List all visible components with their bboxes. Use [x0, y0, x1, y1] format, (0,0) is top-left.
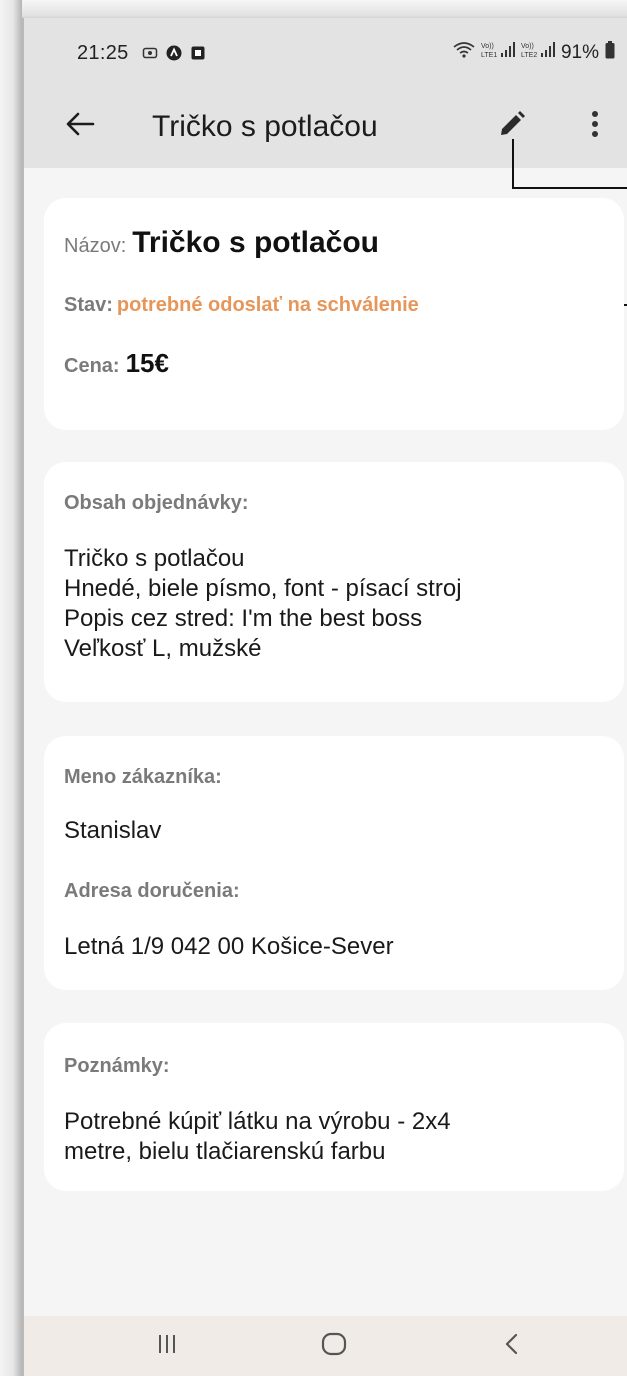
order-label: Obsah objednávky: [64, 492, 249, 514]
status-value: potrebné odoslať na schválenie [116, 294, 419, 316]
wifi-icon [453, 41, 475, 65]
name-value: Tričko s potlačou [132, 226, 379, 259]
phone-screen: 21:25 Vo)) LTE1 Vo)) LTE2 91% Tričko s p… [22, 18, 627, 1376]
volte-lte2-signal-icon: Vo)) LTE2 [521, 40, 555, 66]
order-line: Hnedé, biele písmo, font - písací stroj [64, 575, 462, 602]
recent-apps-icon [156, 1333, 178, 1360]
recent-apps-button[interactable] [142, 1326, 192, 1366]
screen-record-icon [142, 45, 158, 61]
app-notification-icon-2 [190, 45, 206, 61]
order-card: Obsah objednávky: Tričko s potlačou Hned… [44, 462, 624, 702]
notes-line: Potrebné kúpiť látku na výrobu - 2x4 [64, 1108, 451, 1135]
status-right-icons: Vo)) LTE1 Vo)) LTE2 91% [453, 40, 615, 66]
system-back-button[interactable] [487, 1326, 537, 1366]
name-row: Názov: Tričko s potlačou [64, 226, 379, 260]
volte-lte1-signal-icon: Vo)) LTE1 [481, 40, 515, 66]
system-nav-bar [24, 1316, 627, 1376]
annotation-line-edit [512, 187, 627, 189]
status-bar: 21:25 Vo)) LTE1 Vo)) LTE2 91% [24, 18, 627, 88]
order-line: Tričko s potlačou [64, 545, 245, 572]
back-chevron-icon [503, 1332, 521, 1361]
back-button[interactable] [60, 106, 100, 146]
address-value: Letná 1/9 042 00 Košice-Sever [64, 933, 394, 960]
battery-icon [605, 41, 615, 65]
app-notification-icon [166, 45, 182, 61]
svg-text:Vo)): Vo)) [481, 43, 494, 50]
order-line: Veľkosť L, mužské [64, 635, 262, 662]
frame-shadow-left [0, 0, 22, 1376]
home-button[interactable] [309, 1326, 359, 1366]
price-label: Cena: [64, 355, 120, 377]
svg-text:LTE1: LTE1 [481, 52, 497, 59]
more-options-button[interactable] [580, 104, 610, 148]
summary-card: Názov: Tričko s potlačou Stav: potrebné od… [44, 198, 624, 430]
notes-card: Poznámky: Potrebné kúpiť látku na výrobu… [44, 1023, 624, 1191]
page-title: Tričko s potlačou [152, 110, 378, 143]
arrow-left-icon [65, 111, 95, 142]
more-vertical-icon [591, 109, 599, 144]
notes-label: Poznámky: [64, 1055, 170, 1077]
order-line: Popis cez stred: I'm the best boss [64, 605, 423, 632]
price-row: Cena: 15€ [64, 348, 169, 379]
annotation-line-vertical [512, 139, 514, 189]
status-left-icons [142, 44, 206, 62]
home-icon [321, 1331, 347, 1362]
address-label: Adresa doručenia: [64, 880, 240, 902]
notes-content: Potrebné kúpiť látku na výrobu - 2x4 met… [64, 1107, 451, 1167]
status-label: Stav: [64, 294, 113, 316]
svg-text:Vo)): Vo)) [521, 43, 534, 50]
status-time: 21:25 [77, 42, 129, 64]
notes-line: metre, bielu tlačiarenskú farbu [64, 1138, 386, 1165]
name-label: Názov: [64, 235, 127, 257]
svg-text:LTE2: LTE2 [521, 52, 537, 59]
customer-name-value: Stanislav [64, 817, 162, 844]
order-content: Tričko s potlačou Hnedé, biele písmo, fo… [64, 544, 462, 664]
battery-level: 91% [560, 42, 599, 63]
app-bar: Tričko s potlačou [24, 88, 627, 168]
price-value: 15€ [125, 348, 169, 378]
customer-card: Meno zákazníka: Stanislav Adresa doručen… [44, 736, 624, 990]
status-row: Stav: potrebné odoslať na schválenie [64, 294, 419, 317]
customer-name-label: Meno zákazníka: [64, 766, 222, 788]
